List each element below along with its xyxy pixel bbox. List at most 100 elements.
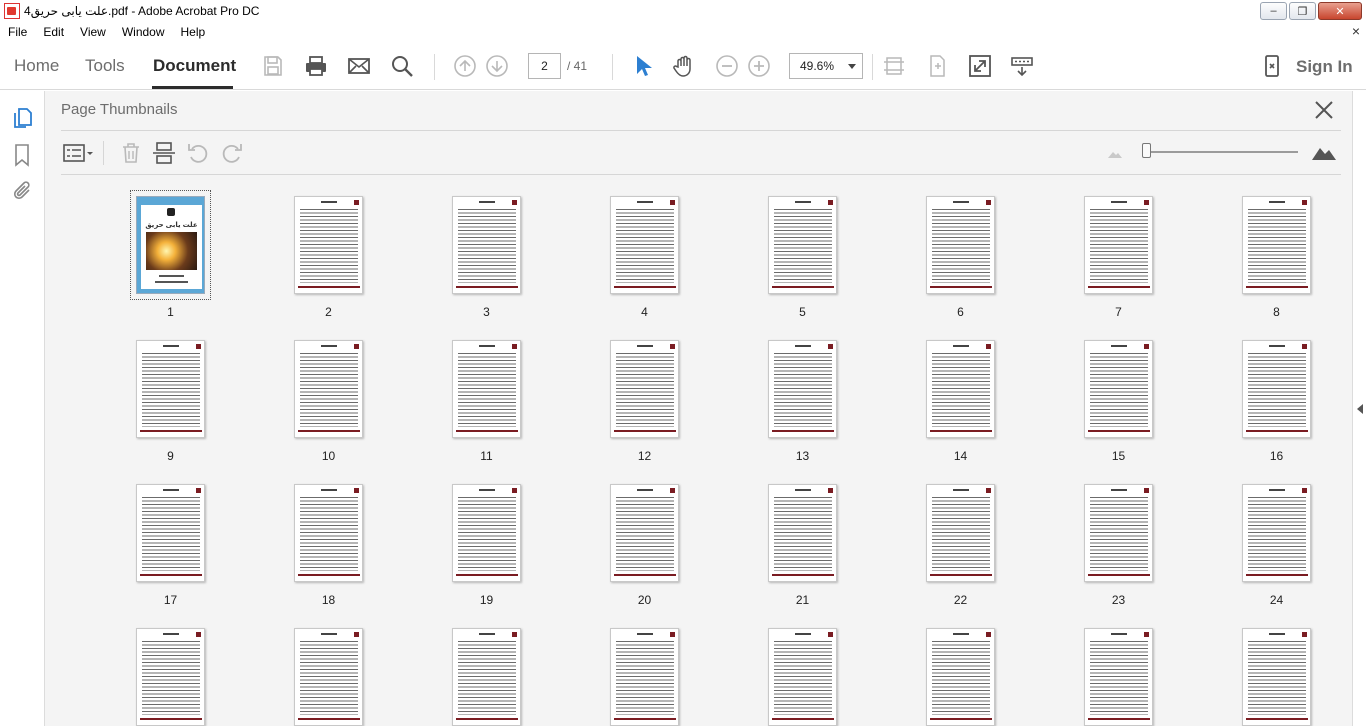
page-thumbnail[interactable]: 21 (711, 455, 869, 607)
page-thumbnail[interactable]: 10 (237, 311, 395, 463)
thumbnail-size-slider-handle[interactable] (1142, 143, 1151, 158)
delete-pages-icon[interactable] (119, 141, 143, 165)
page-header-line (953, 633, 969, 635)
page-thumbnail[interactable]: 7 (1027, 175, 1185, 319)
page-thumbnail[interactable]: 22 (869, 455, 1027, 607)
page-header-line (1269, 633, 1285, 635)
text-lines (932, 641, 990, 715)
window-controls: – ❐ ✕ (1260, 2, 1362, 20)
page-preview (610, 628, 679, 726)
small-thumbnails-icon[interactable] (1107, 145, 1123, 159)
menu-window[interactable]: Window (114, 25, 173, 39)
page-thumbnail[interactable]: 5 (711, 175, 869, 319)
zoom-out-icon[interactable] (715, 54, 739, 78)
expand-right-pane-icon[interactable] (1357, 404, 1363, 414)
rotate-counterclockwise-icon[interactable] (186, 141, 210, 165)
page-thumbnail[interactable] (237, 599, 395, 726)
page-thumbnail[interactable]: 4 (553, 175, 711, 319)
page-thumbnail[interactable]: 13 (711, 311, 869, 463)
tab-tools[interactable]: Tools (85, 56, 125, 76)
close-window-button[interactable]: ✕ (1318, 2, 1362, 20)
fit-width-icon[interactable] (925, 54, 949, 78)
previous-page-icon[interactable] (453, 54, 477, 78)
page-header-line (321, 201, 337, 203)
sign-in-link[interactable]: Sign In (1296, 57, 1353, 77)
menu-edit[interactable]: Edit (35, 25, 72, 39)
page-thumbnail[interactable]: 19 (395, 455, 553, 607)
text-lines (458, 641, 516, 715)
minimize-button[interactable]: – (1260, 2, 1287, 20)
logo-icon (354, 344, 359, 349)
tab-document[interactable]: Document (153, 56, 236, 76)
page-thumbnail[interactable]: 11 (395, 311, 553, 463)
thumbnail-size-slider[interactable] (1145, 151, 1298, 153)
page-thumbnail[interactable]: 23 (1027, 455, 1185, 607)
page-thumbnail[interactable] (711, 599, 869, 726)
email-icon[interactable] (347, 54, 371, 78)
close-document-button[interactable]: × (1352, 23, 1360, 39)
right-pane-toggle[interactable] (1352, 91, 1366, 726)
page-thumbnail[interactable]: 24 (1185, 455, 1330, 607)
page-thumbnail[interactable]: 8 (1185, 175, 1330, 319)
page-thumbnail[interactable]: 20 (553, 455, 711, 607)
page-thumbnail[interactable]: 15 (1027, 311, 1185, 463)
page-thumbnail[interactable] (1027, 599, 1185, 726)
zoom-level-select[interactable]: 49.6% (789, 53, 863, 79)
page-thumbnail[interactable]: 14 (869, 311, 1027, 463)
full-screen-icon[interactable] (968, 54, 992, 78)
text-lines (300, 641, 358, 715)
text-lines (142, 353, 200, 427)
save-icon[interactable] (261, 54, 285, 78)
rotate-clockwise-icon[interactable] (220, 141, 244, 165)
customize-toolbar-icon[interactable] (1010, 54, 1034, 78)
page-thumbnail[interactable]: 17 (79, 455, 237, 607)
print-icon[interactable] (304, 54, 328, 78)
close-panel-icon[interactable] (1313, 99, 1335, 121)
select-cursor-icon[interactable] (630, 54, 654, 78)
insert-pages-icon[interactable] (152, 141, 176, 165)
page-footer-line (456, 430, 518, 432)
page-thumbnail[interactable]: 12 (553, 311, 711, 463)
page-thumbnail[interactable] (553, 599, 711, 726)
page-header-line (795, 489, 811, 491)
menu-help[interactable]: Help (173, 25, 214, 39)
page-footer-line (930, 286, 992, 288)
logo-icon (512, 632, 517, 637)
search-icon[interactable] (390, 54, 414, 78)
page-number-input[interactable]: 2 (528, 53, 561, 79)
hand-tool-icon[interactable] (672, 54, 696, 78)
page-thumbnails-icon[interactable] (10, 106, 34, 130)
page-thumbnail[interactable]: 9 (79, 311, 237, 463)
page-thumbnail[interactable]: 6 (869, 175, 1027, 319)
logo-icon (196, 488, 201, 493)
thumbnail-options-menu-icon[interactable] (63, 141, 95, 165)
panel-divider (61, 130, 1341, 131)
page-thumbnail[interactable]: علت یابی حریق 1 (79, 175, 237, 319)
next-page-icon[interactable] (485, 54, 509, 78)
page-thumbnail[interactable]: 16 (1185, 311, 1330, 463)
page-thumbnail[interactable]: 18 (237, 455, 395, 607)
tab-home[interactable]: Home (14, 56, 59, 76)
emblem-icon (167, 208, 175, 216)
page-thumbnail[interactable] (869, 599, 1027, 726)
page-header-line (637, 345, 653, 347)
page-thumbnail[interactable]: 3 (395, 175, 553, 319)
zoom-in-icon[interactable] (747, 54, 771, 78)
page-footer-line (1246, 718, 1308, 720)
menu-view[interactable]: View (72, 25, 114, 39)
page-thumbnail[interactable]: 2 (237, 175, 395, 319)
attachment-icon[interactable] (10, 179, 34, 203)
large-thumbnails-icon[interactable] (1311, 141, 1337, 161)
mobile-device-icon[interactable] (1260, 54, 1284, 78)
bookmark-icon[interactable] (10, 143, 34, 167)
maximize-button[interactable]: ❐ (1289, 2, 1316, 20)
logo-icon (196, 344, 201, 349)
fit-page-icon[interactable] (882, 54, 906, 78)
page-thumbnail[interactable] (1185, 599, 1330, 726)
page-thumbnail[interactable] (395, 599, 553, 726)
page-thumbnail[interactable] (79, 599, 237, 726)
text-lines (774, 497, 832, 571)
menu-file[interactable]: File (0, 25, 35, 39)
text-lines (458, 209, 516, 283)
page-footer-line (1088, 574, 1150, 576)
